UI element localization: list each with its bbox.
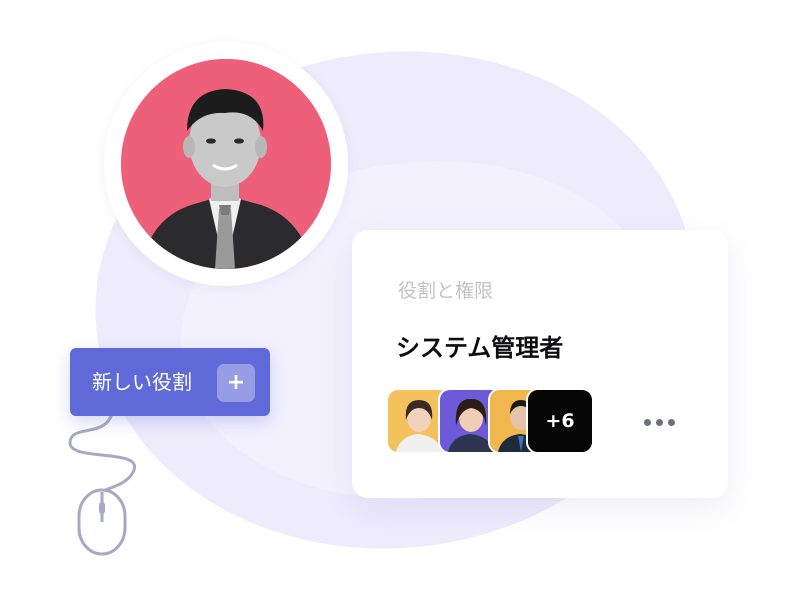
more-horizontal-icon[interactable] (642, 412, 678, 432)
profile-photo (121, 59, 331, 269)
more-members-badge[interactable]: +6 (526, 388, 594, 454)
role-card: 役割と権限 システム管理者 +6 (352, 230, 728, 498)
role-card-title: システム管理者 (396, 334, 564, 362)
illustration-canvas: 新しい役割 + 役割と権限 システム管理者 +6 (0, 0, 800, 600)
plus-icon: + (217, 364, 255, 402)
new-role-label: 新しい役割 (92, 370, 192, 394)
person-portrait-icon (121, 59, 331, 269)
role-card-caption: 役割と権限 (398, 280, 494, 302)
new-role-button[interactable]: 新しい役割 + (70, 348, 270, 416)
